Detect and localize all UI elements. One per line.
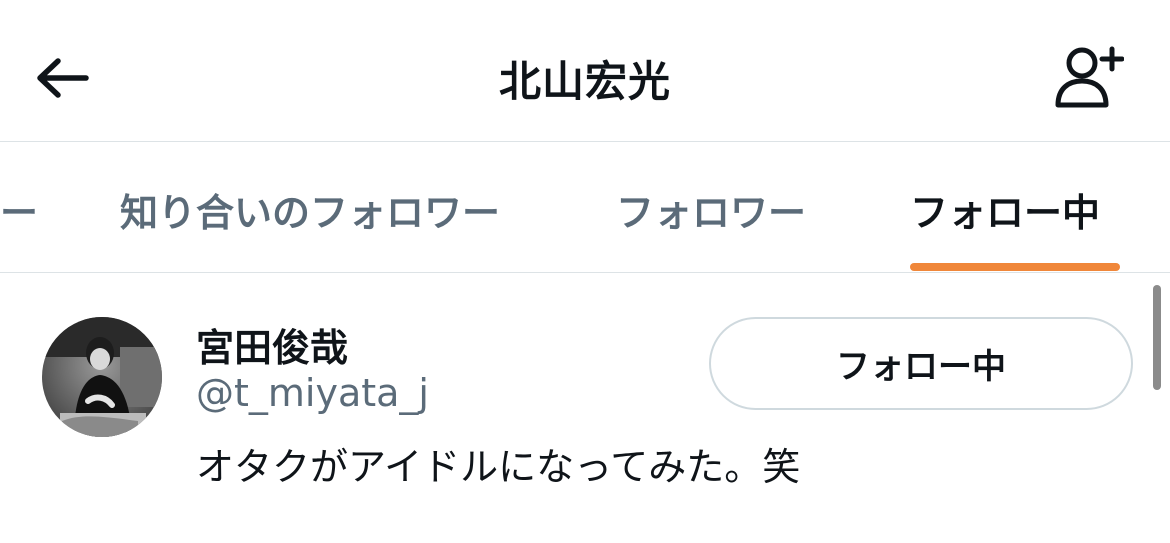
scrollbar[interactable] bbox=[1153, 285, 1161, 390]
top-bar: 北山宏光 bbox=[0, 0, 1170, 142]
person-add-icon bbox=[1055, 46, 1124, 108]
user-display-name: 宮田俊哉 bbox=[196, 326, 349, 370]
following-screen: 北山宏光 ー 知り合いのフォロワー フォロワー フォロー中 宮田俊哉 @t_mi… bbox=[0, 0, 1170, 543]
avatar[interactable] bbox=[42, 317, 162, 437]
tab-mutual-followers[interactable]: 知り合いのフォロワー bbox=[120, 182, 500, 237]
page-title: 北山宏光 bbox=[498, 57, 671, 106]
active-tab-indicator bbox=[910, 263, 1120, 271]
avatar-photo-icon bbox=[42, 317, 162, 437]
tab-followers[interactable]: フォロワー bbox=[616, 182, 806, 237]
tab-partial[interactable]: ー bbox=[0, 182, 36, 237]
add-user-button[interactable] bbox=[1048, 40, 1128, 116]
user-bio: オタクがアイドルになってみた。笑 bbox=[196, 445, 801, 489]
list-item[interactable]: 宮田俊哉 @t_miyata_j オタクがアイドルになってみた。笑 フォロー中 bbox=[0, 273, 1170, 543]
tab-following[interactable]: フォロー中 bbox=[910, 182, 1100, 237]
following-button[interactable]: フォロー中 bbox=[709, 317, 1133, 410]
tab-bar: ー 知り合いのフォロワー フォロワー フォロー中 bbox=[0, 142, 1170, 273]
user-handle: @t_miyata_j bbox=[196, 371, 429, 415]
